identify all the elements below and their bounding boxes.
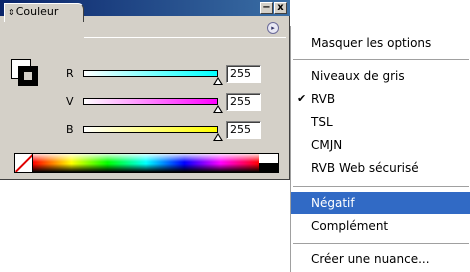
- channel-label-b: B: [66, 123, 74, 136]
- checkmark-icon: ✔: [297, 92, 307, 105]
- menu-item-label: Négatif: [311, 196, 355, 210]
- menu-item-invert[interactable]: Négatif: [291, 192, 470, 214]
- menu-separator: [293, 186, 469, 187]
- value-field-v[interactable]: 255: [226, 93, 261, 111]
- menu-item-label: Masquer les options: [311, 36, 432, 50]
- panel-options-menu: Masquer les options Niveaux de gris ✔ RVB…: [290, 26, 470, 272]
- slider-thumb-b[interactable]: [213, 133, 223, 141]
- menu-item-hsb[interactable]: TSL: [291, 111, 470, 133]
- menu-item-label: RVB Web sécurisé: [311, 161, 419, 175]
- channel-label-v: V: [66, 95, 74, 108]
- menu-item-label: Niveaux de gris: [311, 69, 405, 83]
- value-field-r[interactable]: 255: [226, 65, 261, 83]
- tab-label: Couleur: [15, 5, 59, 18]
- minimize-button[interactable]: −: [260, 2, 273, 14]
- menu-item-complement[interactable]: Complément: [291, 215, 470, 237]
- menu-item-web-safe-rgb[interactable]: RVB Web sécurisé: [291, 157, 470, 179]
- channel-label-r: R: [66, 67, 74, 80]
- menu-item-cmyk[interactable]: CMJN: [291, 134, 470, 156]
- slider-thumb-r[interactable]: [213, 77, 223, 85]
- slider-thumb-v[interactable]: [213, 105, 223, 113]
- white-swatch[interactable]: [259, 154, 278, 163]
- menu-item-label: Complément: [311, 219, 389, 233]
- close-button[interactable]: x: [274, 2, 287, 14]
- slider-track-r[interactable]: [83, 70, 218, 77]
- slider-track-v[interactable]: [83, 98, 218, 105]
- slider-track-b[interactable]: [83, 126, 218, 133]
- tab-couleur[interactable]: ⇕Couleur: [4, 3, 84, 22]
- menu-item-label: Créer une nuance...: [311, 252, 430, 266]
- menu-separator: [293, 243, 469, 244]
- menu-separator: [293, 59, 469, 60]
- menu-item-grayscale[interactable]: Niveaux de gris: [291, 65, 470, 87]
- menu-item-label: CMJN: [311, 138, 343, 152]
- menu-item-label: RVB: [311, 92, 336, 106]
- tab-arrows-icon: ⇕: [8, 8, 15, 17]
- color-panel: − x ⇕Couleur ▸ R 255 V 255 B 255: [0, 0, 290, 180]
- menu-item-hide-options[interactable]: Masquer les options: [291, 32, 470, 54]
- black-swatch[interactable]: [259, 163, 278, 172]
- value-field-b[interactable]: 255: [226, 121, 261, 139]
- tab-divider: [84, 37, 286, 38]
- spectrum-ramp[interactable]: [33, 154, 259, 172]
- menu-item-rgb[interactable]: ✔ RVB: [291, 88, 470, 110]
- color-spectrum-bar[interactable]: [14, 153, 279, 173]
- menu-item-create-swatch[interactable]: Créer une nuance...: [291, 248, 470, 270]
- fill-swatch[interactable]: [18, 66, 38, 86]
- none-color-icon[interactable]: [15, 154, 33, 172]
- panel-menu-button-icon[interactable]: ▸: [267, 22, 279, 34]
- menu-item-label: TSL: [311, 115, 333, 129]
